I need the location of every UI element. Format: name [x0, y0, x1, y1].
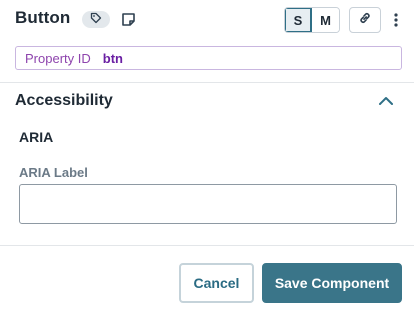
- panel-header: Button S M: [0, 0, 414, 40]
- chevron-up-icon[interactable]: [376, 92, 396, 110]
- aria-label-input[interactable]: [19, 184, 397, 224]
- divider: [0, 82, 414, 83]
- save-component-button[interactable]: Save Component: [262, 263, 402, 303]
- size-option-m[interactable]: M: [312, 8, 339, 32]
- tag-icon: [90, 11, 102, 29]
- link-button[interactable]: [349, 7, 381, 33]
- size-toggle-group: S M: [284, 7, 340, 33]
- tag-button[interactable]: [82, 11, 110, 28]
- footer-divider: [0, 245, 414, 246]
- property-id-label: Property ID: [25, 50, 91, 66]
- link-icon: [358, 11, 372, 30]
- sticky-note-icon[interactable]: [119, 10, 137, 28]
- section-title-accessibility[interactable]: Accessibility: [15, 92, 113, 110]
- property-id-value: btn: [102, 50, 123, 66]
- property-id-field[interactable]: Property ID btn: [15, 46, 402, 70]
- size-option-s[interactable]: S: [285, 8, 313, 32]
- more-vertical-icon[interactable]: [388, 8, 404, 32]
- aria-subheading: ARIA: [19, 129, 54, 145]
- cancel-button[interactable]: Cancel: [179, 263, 254, 303]
- component-title: Button: [15, 8, 71, 27]
- aria-label-caption: ARIA Label: [19, 165, 88, 180]
